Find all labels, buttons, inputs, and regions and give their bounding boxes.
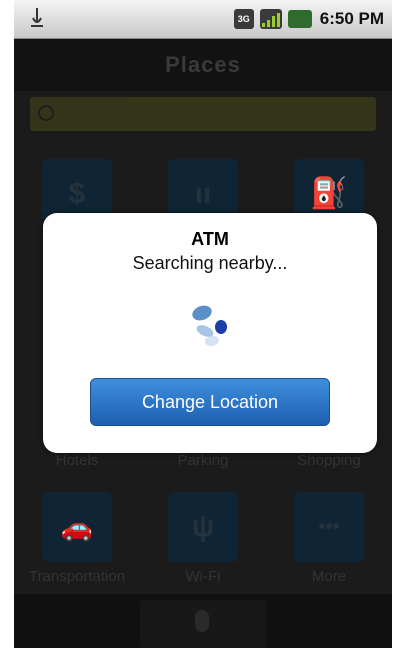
category-label-hotels: Hotels [55,452,99,469]
status-time: 6:50 PM [319,9,384,28]
3g-icon: 3G [233,9,254,29]
battery-icon [287,10,312,28]
app-title: Places [14,39,392,91]
wifi-icon: ψ [168,492,238,562]
category-label-parking: Parking [177,452,229,469]
bottom-bar [14,594,392,648]
dialog-title: ATM [191,229,229,249]
change-location-button[interactable]: Change Location [90,378,330,426]
search-icon [38,105,54,121]
category-label-shopping: Shopping [297,452,361,469]
more-icon: ••• [294,492,364,562]
voice-search-button [140,600,266,648]
dialog-message: Searching nearby... [132,253,288,273]
status-icons: 3G 6:50 PM [233,6,384,32]
car-icon: 🚗 [42,492,112,562]
search-bar [30,97,376,131]
loading-spinner-icon [192,305,227,347]
category-label-wifi: Wi-Fi [185,568,221,585]
signal-icon [259,9,282,29]
status-bar: 3G 6:50 PM [14,0,392,39]
phone-screen: 3G 6:50 PM Places $ ıı ⛽ Hotels Parking … [14,0,392,648]
microphone-icon [195,610,209,632]
usb-icon [31,8,43,27]
category-label-more: More [311,568,347,585]
category-label-transportation: Transportation [28,568,126,585]
progress-dialog: ATM Searching nearby... Change Location [43,213,377,453]
